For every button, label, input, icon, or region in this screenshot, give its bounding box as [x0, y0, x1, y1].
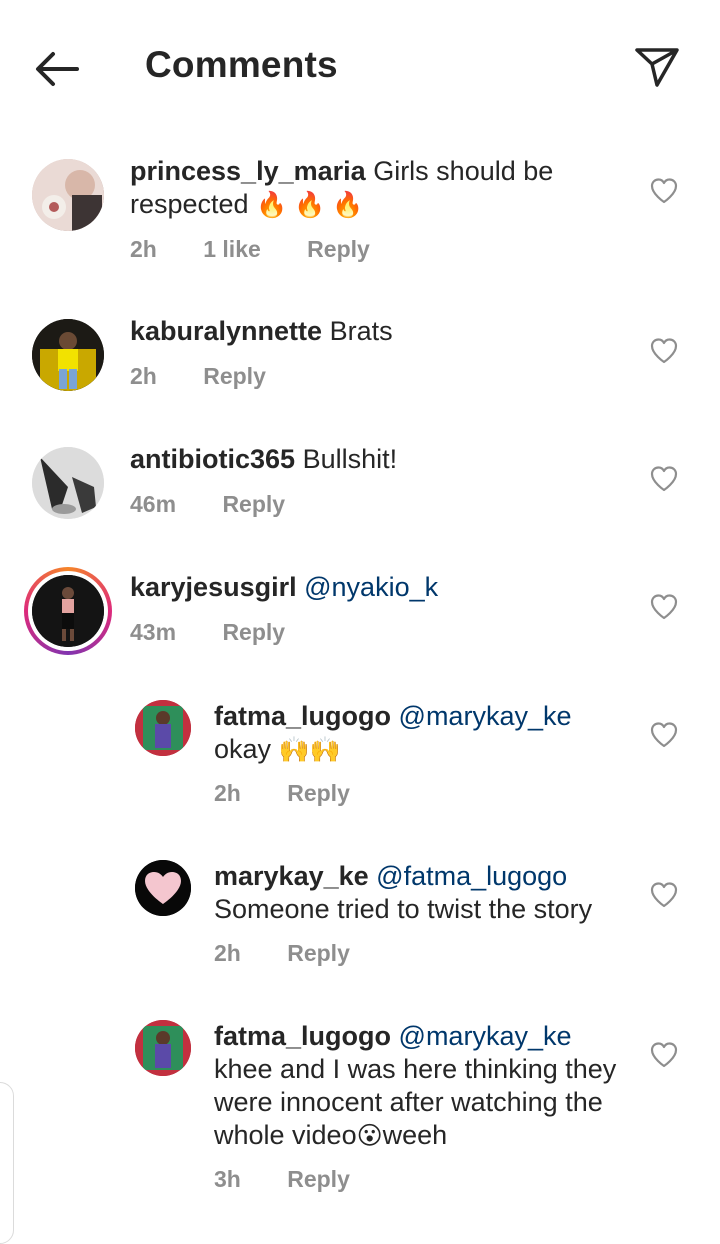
comment-username[interactable]: princess_ly_maria	[130, 156, 366, 186]
reply-button[interactable]: Reply	[307, 236, 370, 262]
comment-text: kaburalynnette Brats	[130, 315, 630, 348]
comment-time: 2h	[130, 363, 157, 389]
comment-meta: 2h Reply	[130, 363, 306, 390]
avatar[interactable]	[135, 700, 191, 756]
comment-username[interactable]: fatma_lugogo	[214, 1021, 391, 1051]
comment-time: 46m	[130, 491, 177, 517]
comment-text: antibiotic365 Bullshit!	[130, 443, 630, 476]
heart-logo-icon	[135, 860, 191, 916]
comment-time: 3h	[214, 1166, 241, 1192]
comment-username[interactable]: karyjesusgirl	[130, 572, 297, 602]
heart-icon[interactable]	[649, 592, 679, 622]
comment-body: Bullshit!	[302, 444, 398, 474]
back-button[interactable]	[28, 44, 84, 94]
arrow-left-icon	[36, 52, 79, 86]
comment-text: marykay_ke @fatma_lugogo Someone tried t…	[214, 860, 644, 926]
comment-meta: 2h 1 like Reply	[130, 236, 410, 263]
comment-body: Someone tried to twist the story	[214, 894, 593, 924]
comment-meta: 2h Reply	[214, 780, 390, 807]
reply-button[interactable]: Reply	[203, 363, 266, 389]
heart-icon[interactable]	[649, 336, 679, 366]
comment-body: Brats	[329, 316, 393, 346]
comment-time: 2h	[214, 780, 241, 806]
avatar-image	[135, 700, 191, 756]
comment-meta: 43m Reply	[130, 619, 325, 646]
heart-icon[interactable]	[649, 176, 679, 206]
raising-hands-emoji: 🙌🙌	[278, 736, 341, 764]
avatar-image	[32, 447, 104, 519]
comment-username[interactable]: kaburalynnette	[130, 316, 322, 346]
fire-emoji: 🔥 🔥 🔥	[256, 191, 364, 219]
comment-text: karyjesusgirl @nyakio_k	[130, 571, 630, 604]
avatar-image	[135, 1020, 191, 1076]
reply-button[interactable]: Reply	[287, 780, 350, 806]
comment-time: 2h	[214, 940, 241, 966]
mention-link[interactable]: @fatma_lugogo	[376, 861, 567, 891]
page-title: Comments	[145, 44, 338, 85]
reply-button[interactable]: Reply	[222, 619, 285, 645]
side-overlay-edge	[0, 1082, 14, 1244]
comment-meta: 3h Reply	[214, 1166, 390, 1193]
comment-username[interactable]: marykay_ke	[214, 861, 369, 891]
avatar-image	[32, 159, 104, 231]
comment-username[interactable]: fatma_lugogo	[214, 701, 391, 731]
avatar[interactable]	[32, 159, 104, 231]
comment-username[interactable]: antibiotic365	[130, 444, 295, 474]
heart-icon[interactable]	[649, 720, 679, 750]
comment-time: 43m	[130, 619, 177, 645]
reply-button[interactable]: Reply	[222, 491, 285, 517]
mention-link[interactable]: @marykay_ke	[399, 701, 572, 731]
comment-text: princess_ly_maria Girls should be respec…	[130, 155, 630, 222]
avatar	[32, 575, 104, 647]
heart-icon[interactable]	[649, 880, 679, 910]
comment-text: fatma_lugogo @marykay_ke khee and I was …	[214, 1020, 634, 1153]
comment-time: 2h	[130, 236, 157, 262]
avatar[interactable]	[135, 860, 191, 916]
avatar-image	[32, 575, 104, 647]
reply-button[interactable]: Reply	[287, 1166, 350, 1192]
reply-button[interactable]: Reply	[287, 940, 350, 966]
mention-link[interactable]: @marykay_ke	[399, 1021, 572, 1051]
share-button[interactable]	[630, 40, 684, 94]
avatar[interactable]	[32, 447, 104, 519]
avatar[interactable]	[32, 319, 104, 391]
heart-icon[interactable]	[649, 464, 679, 494]
heart-icon[interactable]	[649, 1040, 679, 1070]
avatar-image	[32, 319, 104, 391]
story-ring[interactable]	[24, 567, 112, 655]
like-count[interactable]: 1 like	[203, 236, 261, 262]
comment-meta: 46m Reply	[130, 491, 325, 518]
surprised-face-emoji: 😮	[356, 1122, 383, 1150]
comment-meta: 2h Reply	[214, 940, 390, 967]
paper-plane-icon	[635, 48, 679, 87]
header: Comments	[0, 0, 720, 135]
avatar[interactable]	[135, 1020, 191, 1076]
mention-link[interactable]: @nyakio_k	[304, 572, 438, 602]
comment-body-end: weeh	[382, 1120, 448, 1150]
comment-body: okay	[214, 734, 279, 764]
comment-text: fatma_lugogo @marykay_ke okay 🙌🙌	[214, 700, 634, 767]
